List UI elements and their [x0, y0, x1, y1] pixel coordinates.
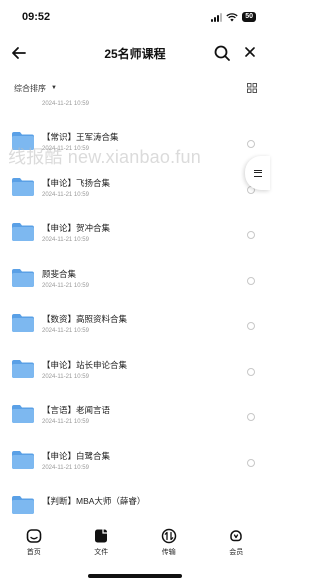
page-title: 25名师课程: [104, 46, 166, 61]
home-indicator: [88, 574, 182, 578]
file-name: 【申论】白鹭合集: [42, 450, 111, 461]
select-radio[interactable]: [247, 458, 255, 467]
file-row[interactable]: 顾斐合集 2024-11-21 10:59: [0, 246, 270, 292]
file-row[interactable]: 【数资】高照资料合集 2024-11-21 10:59: [0, 291, 270, 337]
file-icon: [95, 529, 108, 543]
file-row[interactable]: 【申论】飞扬合集 2024-11-21 10:59: [0, 155, 270, 201]
file-name: 【申论】站长申论合集: [42, 359, 128, 370]
caret-down-icon[interactable]: ▼: [51, 85, 57, 91]
select-radio[interactable]: [247, 367, 255, 376]
file-date: 2024-11-21 10:59: [42, 373, 89, 380]
sort-dropdown[interactable]: 综合排序: [14, 83, 46, 94]
tab-vip[interactable]: 会员: [203, 522, 271, 562]
tab-files[interactable]: 文件: [68, 522, 136, 562]
file-date: 2024-11-21 10:59: [42, 191, 89, 198]
select-radio[interactable]: [247, 140, 255, 148]
file-date: 2024-11-21 10:59: [42, 282, 89, 289]
file-row[interactable]: 【常识】王军涛合集 2024-11-21 10:59: [0, 109, 270, 155]
home-face-icon: [26, 529, 42, 543]
status-time: 09:52: [22, 11, 51, 23]
file-date: 2024-11-21 10:59: [42, 328, 89, 334]
file-name: 【常识】王军涛合集: [42, 132, 119, 142]
file-name: 【申论】贺冲合集: [42, 223, 111, 233]
select-radio[interactable]: [247, 322, 255, 330]
grid-view-icon[interactable]: [247, 83, 257, 93]
search-icon[interactable]: [213, 44, 231, 62]
file-date: 2024-11-21 10:59: [42, 464, 89, 471]
file-date: 2024-11-21 10:59: [42, 146, 89, 152]
battery-icon: 50: [242, 12, 256, 22]
folder-icon: [12, 223, 34, 241]
file-date: 2024-11-21 10:59: [42, 101, 89, 107]
file-row[interactable]: 【申论】白鹭合集 2024-11-21 10:59: [0, 428, 270, 474]
tab-label: 传输: [161, 549, 176, 556]
folder-icon: [12, 132, 34, 150]
file-name: 【判断】MBA大师（薛睿）: [42, 496, 146, 506]
select-radio[interactable]: [247, 276, 255, 285]
folder-icon: [12, 450, 34, 469]
select-radio[interactable]: [247, 231, 255, 239]
side-menu-button[interactable]: [245, 156, 270, 190]
sort-bar: 综合排序 ▼: [0, 76, 270, 100]
tab-label: 会员: [229, 549, 244, 556]
vip-icon: [230, 530, 242, 542]
status-icons: 50: [211, 12, 256, 22]
close-icon[interactable]: [242, 44, 258, 60]
tab-label: 首页: [26, 549, 41, 556]
wifi-icon: [226, 12, 238, 21]
tab-transfer[interactable]: 传输: [135, 522, 203, 562]
folder-icon: [12, 177, 34, 196]
file-row[interactable]: 【言语】老闻言语 2024-11-21 10:59: [0, 382, 270, 428]
folder-icon: [12, 359, 34, 378]
cellular-signal-icon: [211, 12, 223, 22]
bottom-tab-bar: 首页 文件 传输 会员: [0, 522, 270, 562]
file-name: 【言语】老闻言语: [42, 405, 111, 415]
file-list: 【常识】王军涛合集 2024-11-21 10:59 【申论】飞扬合集 2024-11…: [0, 109, 270, 519]
file-name: 【数资】高照资料合集: [42, 314, 128, 324]
select-radio[interactable]: [247, 413, 255, 421]
file-row[interactable]: 【判断】MBA大师（薛睿）: [0, 473, 270, 519]
nav-bar: 25名师课程: [0, 34, 270, 72]
folder-icon: [12, 268, 34, 287]
folder-icon: [12, 314, 34, 332]
transfer-icon: [161, 528, 176, 544]
folder-icon: [12, 405, 34, 423]
folder-icon: [12, 496, 34, 514]
file-date: 2024-11-21 10:59: [42, 419, 89, 425]
file-name: 【申论】飞扬合集: [42, 177, 111, 188]
file-date: 2024-11-21 10:59: [42, 237, 89, 243]
file-name: 顾斐合集: [42, 268, 77, 279]
tab-label: 文件: [94, 549, 109, 556]
back-arrow-icon[interactable]: [10, 44, 28, 62]
status-bar: 09:52 50: [0, 0, 270, 34]
file-row[interactable]: 【申论】贺冲合集 2024-11-21 10:59: [0, 200, 270, 246]
file-row[interactable]: 【申论】站长申论合集 2024-11-21 10:59: [0, 337, 270, 383]
menu-icon: [253, 169, 262, 177]
tab-home[interactable]: 首页: [0, 522, 68, 562]
